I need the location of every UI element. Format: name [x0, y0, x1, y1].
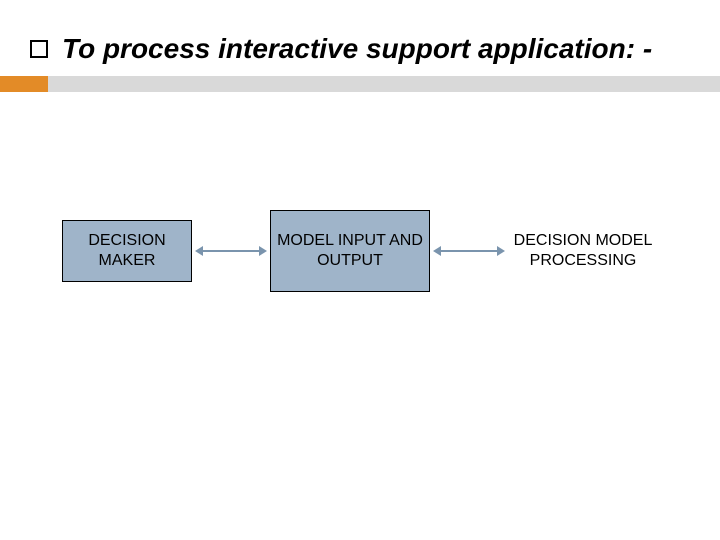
connector-arrow-icon — [434, 250, 504, 252]
bullet-square-icon — [30, 40, 48, 58]
node-decision-maker: DECISION MAKER — [62, 220, 192, 282]
heading-row: To process interactive support applicati… — [30, 34, 700, 65]
node-decision-processing: DECISION MODEL PROCESSING — [508, 221, 658, 281]
heading-text: To process interactive support applicati… — [62, 34, 652, 65]
process-diagram: DECISION MAKER MODEL INPUT AND OUTPUT DE… — [0, 210, 720, 292]
connector-line — [203, 250, 259, 252]
connector-arrow-icon — [196, 250, 266, 252]
connector-line — [441, 250, 497, 252]
accent-bar — [0, 76, 720, 92]
node-model-io: MODEL INPUT AND OUTPUT — [270, 210, 430, 292]
accent-orange — [0, 76, 48, 92]
accent-gray — [48, 76, 720, 92]
